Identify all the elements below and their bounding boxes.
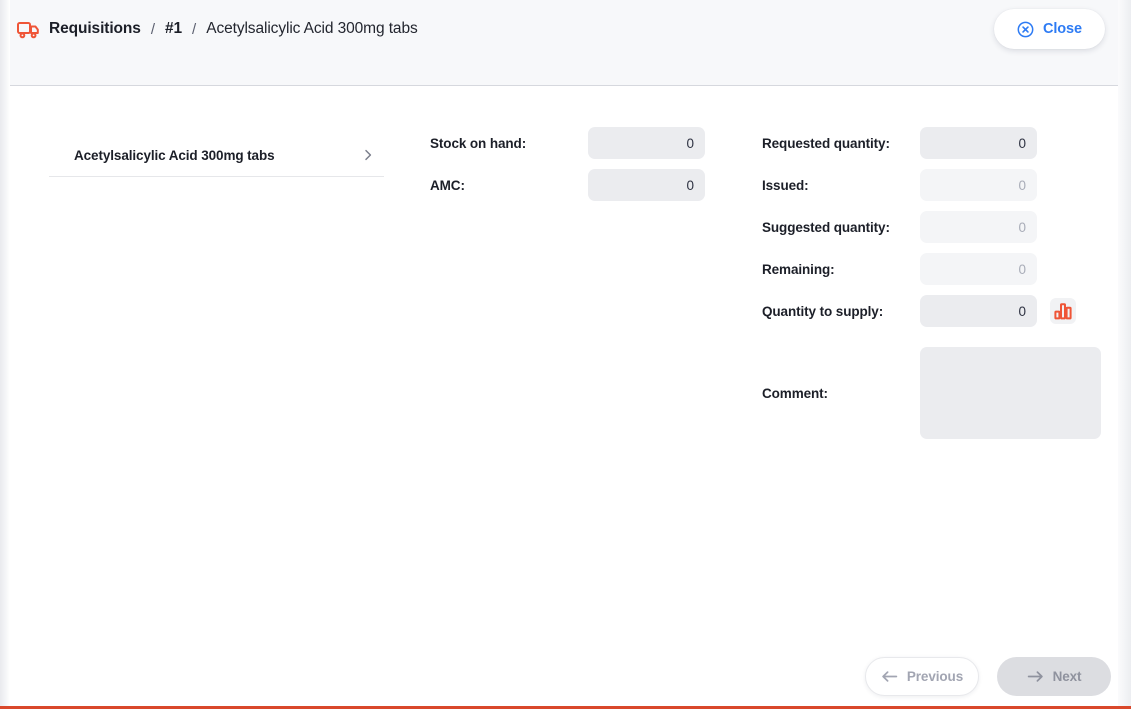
field-requested-quantity: Requested quantity: — [762, 127, 1101, 159]
field-amc: AMC: — [430, 169, 705, 201]
quantity-to-supply-input[interactable] — [920, 295, 1037, 327]
field-label-suggested-quantity: Suggested quantity: — [762, 219, 890, 235]
arrow-right-icon — [1027, 671, 1043, 682]
breadcrumb-number[interactable]: #1 — [165, 20, 182, 38]
page-edge-left — [0, 0, 10, 709]
list-item[interactable]: Acetylsalicylic Acid 300mg tabs — [49, 134, 384, 177]
stock-fields-column: Stock on hand: AMC: — [430, 127, 705, 211]
chevron-right-icon[interactable] — [361, 148, 375, 162]
page-header: Requisitions / #1 / Acetylsalicylic Acid… — [0, 0, 1131, 86]
arrow-left-icon — [882, 671, 898, 682]
quantity-fields-column: Requested quantity: Issued: Suggested qu… — [762, 127, 1101, 439]
remaining-input — [920, 253, 1037, 285]
previous-button-label: Previous — [906, 669, 964, 684]
suggested-quantity-input — [920, 211, 1037, 243]
previous-button[interactable]: Previous — [865, 657, 979, 696]
requisition-detail-page: Requisitions / #1 / Acetylsalicylic Acid… — [0, 0, 1131, 709]
comment-textarea[interactable] — [920, 347, 1101, 439]
truck-icon — [17, 21, 39, 38]
main-content: Acetylsalicylic Acid 300mg tabs Stock on… — [0, 87, 1131, 706]
requisition-item-list: Acetylsalicylic Acid 300mg tabs — [49, 134, 384, 177]
field-label-stock-on-hand: Stock on hand: — [430, 135, 527, 151]
breadcrumb-separator-2: / — [192, 20, 197, 38]
list-item-label: Acetylsalicylic Acid 300mg tabs — [74, 147, 275, 163]
next-button-label: Next — [1052, 669, 1082, 684]
close-button-label: Close — [1043, 21, 1082, 37]
close-button[interactable]: Close — [994, 9, 1105, 49]
field-comment: Comment: — [762, 347, 1101, 439]
field-label-requested-quantity: Requested quantity: — [762, 135, 890, 151]
breadcrumb-separator-1: / — [150, 20, 155, 38]
field-quantity-to-supply: Quantity to supply: — [762, 295, 1101, 327]
field-label-amc: AMC: — [430, 177, 465, 193]
chart-button[interactable] — [1050, 298, 1076, 324]
issued-input — [920, 169, 1037, 201]
field-label-quantity-to-supply: Quantity to supply: — [762, 303, 884, 319]
bar-chart-icon — [1054, 303, 1072, 320]
field-label-issued: Issued: — [762, 177, 809, 193]
page-edge-right — [1118, 0, 1131, 709]
breadcrumb-root[interactable]: Requisitions — [49, 20, 141, 38]
field-suggested-quantity: Suggested quantity: — [762, 211, 1101, 243]
requested-quantity-input[interactable] — [920, 127, 1037, 159]
field-stock-on-hand: Stock on hand: — [430, 127, 705, 159]
close-circle-icon — [1017, 21, 1034, 37]
field-label-remaining: Remaining: — [762, 261, 835, 277]
amc-input[interactable] — [588, 169, 705, 201]
stock-on-hand-input[interactable] — [588, 127, 705, 159]
next-button[interactable]: Next — [997, 657, 1111, 696]
field-remaining: Remaining: — [762, 253, 1101, 285]
breadcrumb-current-item: Acetylsalicylic Acid 300mg tabs — [206, 20, 418, 37]
breadcrumb: Requisitions / #1 / Acetylsalicylic Acid… — [17, 14, 418, 44]
field-issued: Issued: — [762, 169, 1101, 201]
field-label-comment: Comment: — [762, 385, 828, 401]
